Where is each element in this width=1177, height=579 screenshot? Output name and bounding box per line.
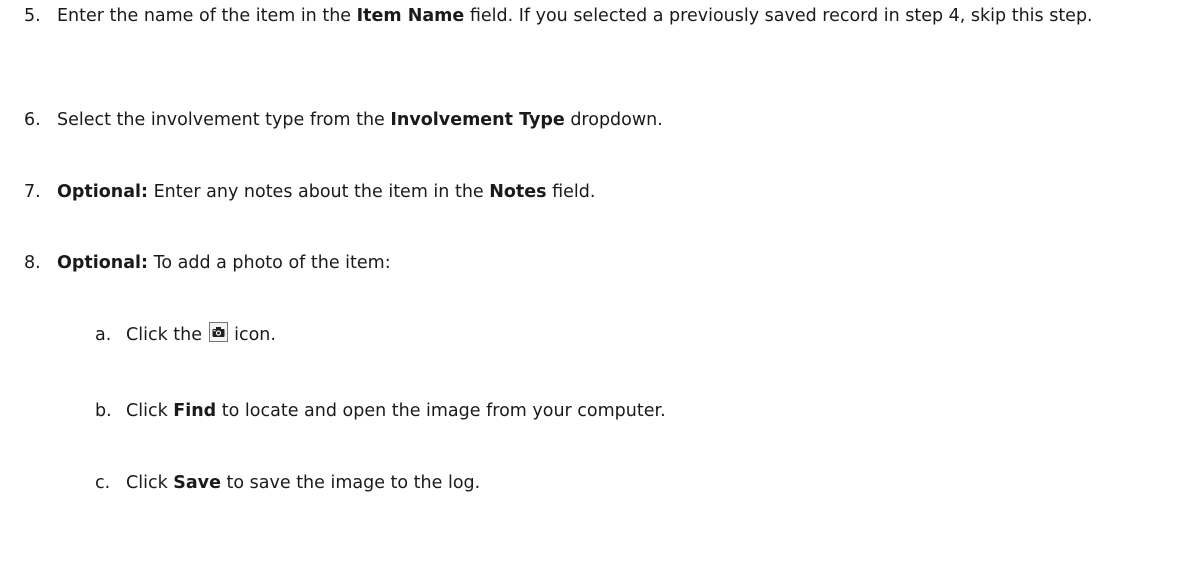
substep-letter: c.: [95, 473, 111, 493]
text-run: Click: [126, 473, 174, 493]
substep-text: Click Find to locate and open the image …: [126, 395, 1166, 427]
text-run: to save the image to the log.: [220, 473, 481, 493]
text-run: Click the: [126, 325, 208, 345]
text-run: To add a photo of the item:: [148, 253, 391, 273]
camera-icon: [208, 322, 228, 342]
optional-label: Optional:: [57, 182, 149, 202]
substep-letter: b.: [95, 401, 112, 421]
step-text: Select the involvement type from the Inv…: [57, 104, 1167, 136]
substep-letter: a.: [95, 325, 112, 345]
step-number: 5.: [24, 6, 41, 26]
document-page: 5. Enter the name of the item in the Ite…: [0, 0, 1177, 579]
step-text: Optional: Enter any notes about the item…: [57, 176, 1167, 208]
step-number: 6.: [24, 110, 41, 130]
text-run: field.: [546, 182, 596, 202]
button-name-save: Save: [173, 473, 221, 493]
field-name-notes: Notes: [489, 182, 547, 202]
substep-text: Click the icon.: [126, 319, 1166, 351]
field-name-involvement-type: Involvement Type: [390, 110, 565, 130]
text-run: field. If you selected a previously save…: [464, 6, 1093, 26]
step-text: Enter the name of the item in the Item N…: [57, 0, 1167, 32]
step-number: 8.: [24, 253, 41, 273]
button-name-find: Find: [173, 401, 217, 421]
text-run: Enter the name of the item in the: [57, 6, 357, 26]
text-run: icon.: [228, 325, 276, 345]
substep-text: Click Save to save the image to the log.: [126, 467, 1166, 499]
step-number: 7.: [24, 182, 41, 202]
text-run: to locate and open the image from your c…: [216, 401, 666, 421]
text-run: Select the involvement type from the: [57, 110, 391, 130]
step-text: Optional: To add a photo of the item:: [57, 247, 1167, 279]
text-run: Click: [126, 401, 174, 421]
field-name-item-name: Item Name: [356, 6, 465, 26]
text-run: dropdown.: [564, 110, 663, 130]
optional-label: Optional:: [57, 253, 149, 273]
text-run: Enter any notes about the item in the: [148, 182, 490, 202]
